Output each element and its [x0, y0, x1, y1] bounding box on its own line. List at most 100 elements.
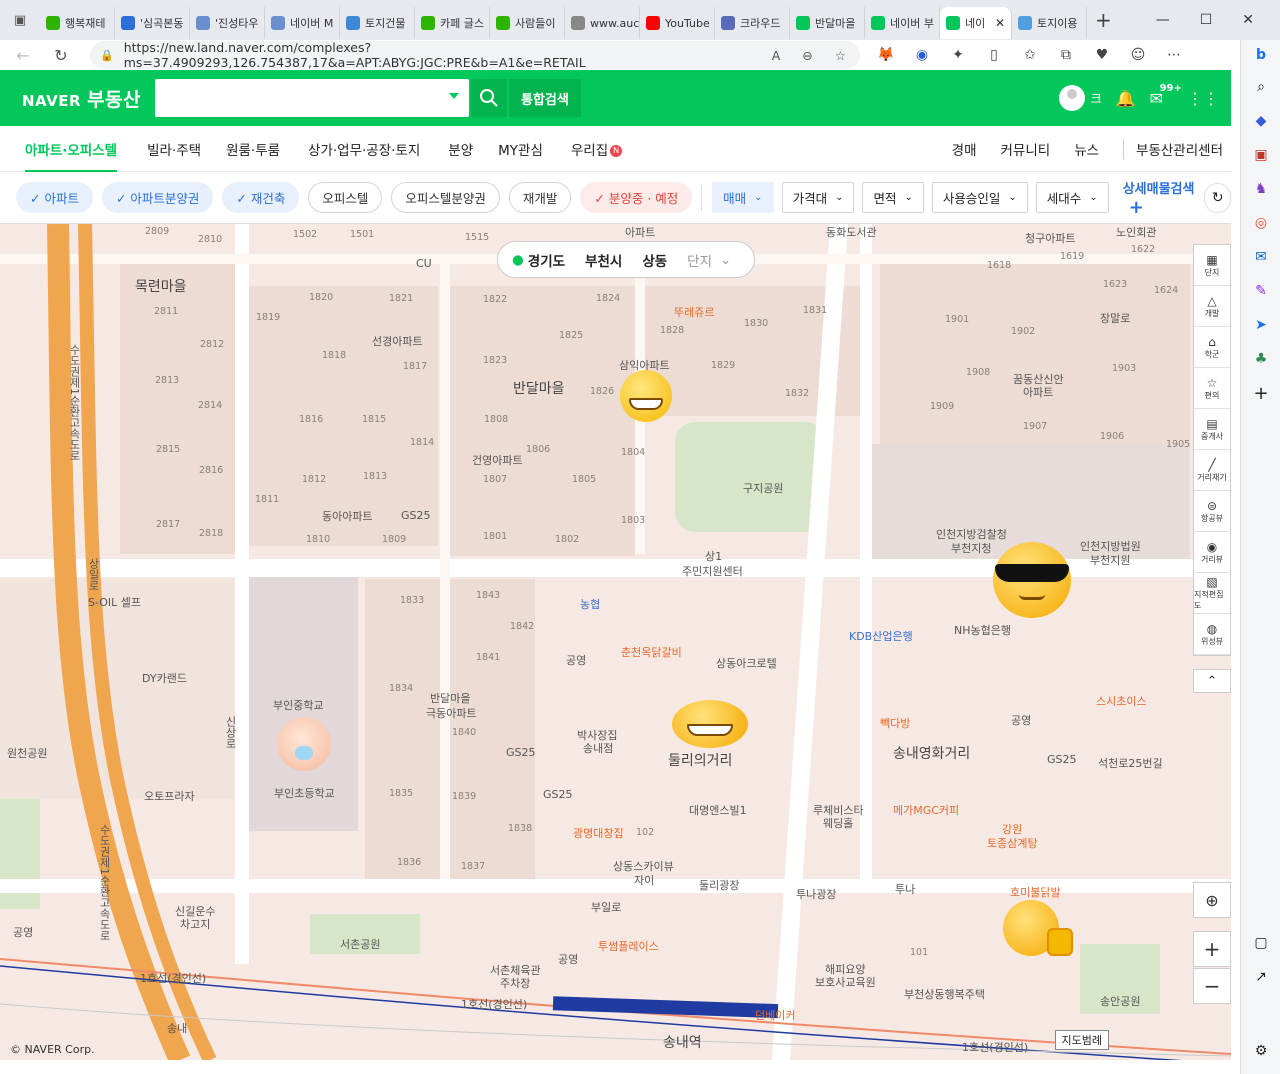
browser-tab[interactable]: 카페 글스: [415, 7, 490, 39]
map-legend-button[interactable]: 지도범례: [1054, 1030, 1109, 1050]
map-label[interactable]: 공영: [1011, 712, 1031, 728]
map-label[interactable]: 부천상동행복주택: [904, 986, 985, 1002]
browser-tab[interactable]: 토지건물: [340, 7, 415, 39]
map-label[interactable]: 동화도서관: [826, 224, 877, 240]
map-label[interactable]: 상일로: [85, 558, 101, 591]
zoom-icon[interactable]: ⊖: [802, 48, 812, 63]
menu-apartment[interactable]: 아파트·오피스텔: [25, 139, 118, 172]
map-label[interactable]: 메가MGC커피: [893, 802, 959, 818]
map-label[interactable]: 선경아파트: [372, 333, 423, 349]
favorites-icon[interactable]: ✩: [1012, 47, 1048, 63]
map-tool-agent[interactable]: ▤ 중개사: [1194, 409, 1230, 450]
map-label[interactable]: 투나광장: [796, 886, 836, 902]
browser-tab[interactable]: '심곡본동: [115, 7, 190, 39]
external-icon[interactable]: ↗: [1241, 960, 1280, 994]
map-tool-convenience[interactable]: ☆ 편의: [1194, 368, 1230, 409]
map-label[interactable]: 던베이커: [755, 1007, 795, 1023]
map-label[interactable]: 차고지: [180, 916, 210, 932]
map-label[interactable]: 농협: [580, 596, 600, 612]
map-label[interactable]: 투나: [895, 881, 915, 897]
map-label[interactable]: 투썸플레이스: [598, 938, 659, 954]
map-label[interactable]: 뚜레쥬르: [674, 304, 714, 320]
office-icon[interactable]: ◎: [1241, 206, 1280, 240]
puzzle-icon[interactable]: ✦: [940, 47, 976, 63]
map-label[interactable]: 공영: [13, 924, 33, 940]
map-tool-ruler[interactable]: ╱ 거리재기: [1194, 450, 1230, 491]
avatar[interactable]: [1058, 85, 1085, 111]
zoom-out-button[interactable]: −: [1193, 968, 1231, 1004]
browser-tab[interactable]: 토지이용: [1012, 7, 1087, 39]
map-label[interactable]: 장말로: [1100, 310, 1130, 326]
map-label[interactable]: GS25: [543, 788, 573, 801]
filter-dropdown[interactable]: 가격대 ⌄: [781, 182, 855, 213]
map-label[interactable]: 춘천옥닭갈비: [621, 644, 682, 660]
browser-tab[interactable]: 행복재테: [40, 7, 115, 39]
menu-villa[interactable]: 빌라·주택: [147, 139, 201, 159]
breadcrumb-complex[interactable]: 단지: [687, 250, 712, 270]
refresh-filter-button[interactable]: ↻: [1204, 182, 1231, 213]
map-label[interactable]: 아파트: [1023, 384, 1053, 400]
map-label[interactable]: 아파트: [625, 224, 655, 240]
map-label[interactable]: 수도권제1순환고속도로: [66, 344, 82, 461]
menu-oneroom[interactable]: 원룸·투룸: [226, 139, 280, 159]
browser-tab[interactable]: 네이버 M: [265, 7, 340, 39]
detail-search-button[interactable]: 상세매물검색+: [1123, 178, 1205, 218]
breadcrumb-dong[interactable]: 상동: [642, 250, 667, 270]
filter-dropdown[interactable]: 사용승인일 ⌄: [931, 182, 1028, 213]
filter-dropdown[interactable]: 세대수 ⌄: [1035, 182, 1109, 213]
back-icon[interactable]: ←: [8, 46, 38, 65]
map-label[interactable]: 송내: [167, 1020, 187, 1036]
browser-tab[interactable]: www.auc: [565, 7, 640, 39]
menu-my-home[interactable]: 우리집 N: [571, 139, 623, 159]
map-tool-cadastral[interactable]: ▧ 지적편집도: [1194, 573, 1230, 614]
search-icon[interactable]: ⌕: [1241, 70, 1280, 104]
close-window-icon[interactable]: ✕: [1242, 12, 1254, 28]
map-label[interactable]: 동아아파트: [322, 508, 373, 524]
map-tool-aerial[interactable]: ⊜ 항공뷰: [1194, 491, 1230, 532]
breadcrumb-city[interactable]: 부천시: [585, 250, 622, 270]
map-label[interactable]: 1호선(경인선): [140, 970, 206, 986]
profile-icon[interactable]: ☺: [1120, 47, 1156, 63]
bing-icon[interactable]: b: [1241, 40, 1280, 70]
map-label[interactable]: 부일로: [591, 899, 621, 915]
filter-dropdown[interactable]: 면적 ⌄: [862, 182, 924, 213]
map-label[interactable]: KDB산업은행: [849, 628, 913, 644]
search-button[interactable]: [471, 79, 508, 117]
mail-icon[interactable]: ✉ 99+: [1150, 83, 1182, 108]
bell-icon[interactable]: 🔔: [1116, 89, 1136, 108]
map-label[interactable]: 극동아파트: [426, 705, 477, 721]
map-label[interactable]: GS25: [1047, 753, 1077, 766]
menu-agent-center[interactable]: 부동산관리센터: [1123, 138, 1223, 159]
map-label[interactable]: S-OIL 셀프: [88, 594, 141, 610]
map-label[interactable]: 부천지청: [951, 540, 991, 556]
naver-land-logo[interactable]: NAVER 부동산: [22, 85, 141, 112]
map-label[interactable]: GS25: [401, 509, 431, 522]
map-tool-school[interactable]: ⌂ 학군: [1194, 327, 1230, 368]
map-label[interactable]: NH농협은행: [954, 622, 1011, 638]
map-label[interactable]: 노인회관: [1116, 224, 1156, 240]
map-label[interactable]: 송내영화거리: [893, 743, 970, 763]
map-label[interactable]: 1호선(경인선): [461, 996, 527, 1012]
extension-icon[interactable]: ◉: [904, 47, 940, 63]
map-label[interactable]: 신상로: [222, 716, 238, 749]
metamask-icon[interactable]: 🦊: [868, 47, 904, 63]
map-label[interactable]: 둘리광장: [699, 877, 739, 893]
map-label[interactable]: 오토프라자: [144, 788, 195, 804]
filter-chip[interactable]: 오피스텔: [308, 182, 383, 213]
map-label[interactable]: 구지공원: [743, 480, 783, 496]
browser-tab[interactable]: 반달마을: [790, 7, 865, 39]
filter-chip[interactable]: ✓ 아파트분양권: [101, 182, 214, 213]
tree-icon[interactable]: ♣: [1241, 342, 1280, 376]
map-label[interactable]: 수도권제1순환고속도로: [96, 824, 112, 941]
map-label[interactable]: 송안공원: [1100, 993, 1140, 1009]
browser-tab[interactable]: 네이버 부: [865, 7, 940, 39]
map-label[interactable]: 청구아파트: [1025, 230, 1076, 246]
map-label[interactable]: 부인중학교: [273, 697, 324, 713]
health-icon[interactable]: ♥: [1084, 47, 1120, 63]
filter-chip[interactable]: 오피스텔분양권: [391, 182, 500, 213]
filter-chip[interactable]: ✓ 분양중 · 예정: [580, 182, 693, 213]
map-label[interactable]: 주민지원센터: [682, 563, 743, 579]
designer-icon[interactable]: ✎: [1241, 274, 1280, 308]
new-tab-button[interactable]: +: [1095, 8, 1112, 32]
map-label[interactable]: 둘리의거리: [668, 750, 732, 770]
